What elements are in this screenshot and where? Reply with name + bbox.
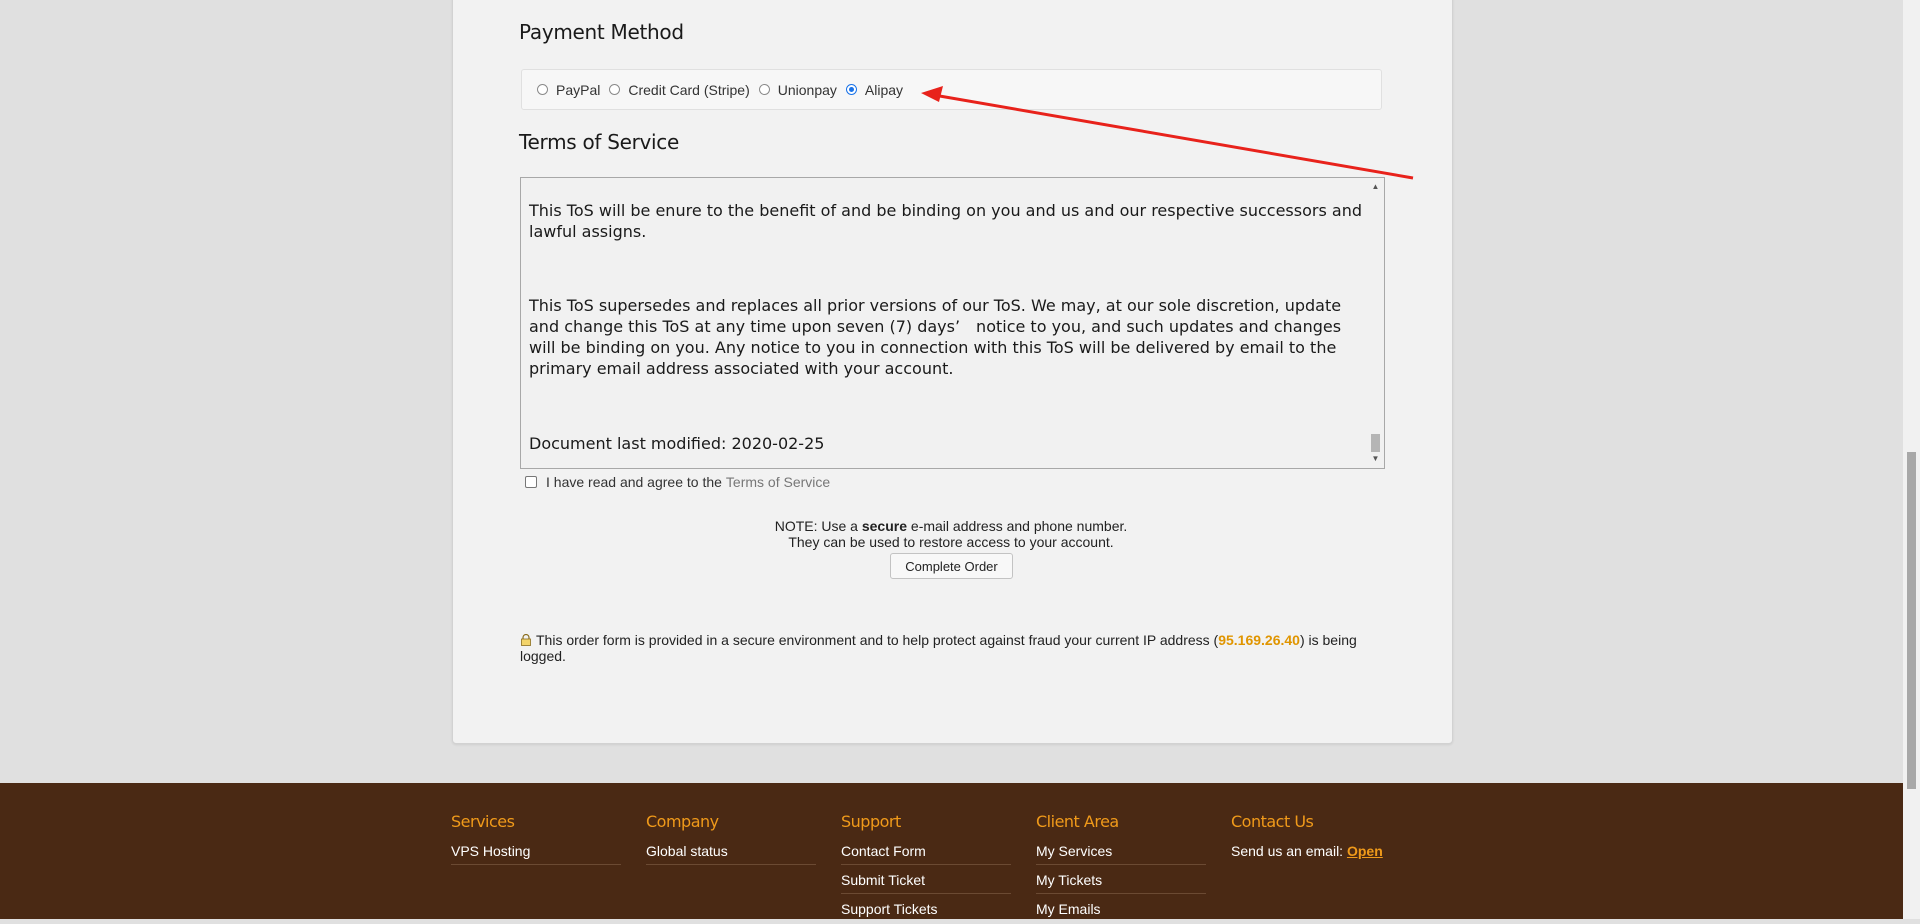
footer-link-global-status[interactable]: Global status: [646, 836, 816, 865]
tos-title: Terms of Service: [519, 130, 680, 154]
contact-label: Send us an email:: [1231, 843, 1344, 859]
footer-link-my-emails[interactable]: My Emails: [1036, 894, 1206, 922]
complete-order-button[interactable]: Complete Order: [890, 553, 1013, 579]
footer-link-support-tickets[interactable]: Support Tickets: [841, 894, 1011, 922]
secure-notice-text: This order form is provided in a secure …: [536, 632, 1219, 648]
alipay-radio[interactable]: [845, 84, 857, 95]
footer-col-services: Services VPS Hosting: [451, 812, 621, 865]
payment-option-alipay[interactable]: Alipay: [845, 81, 904, 98]
footer-contact-text: Send us an email: Open: [1231, 836, 1451, 866]
footer-link-my-services[interactable]: My Services: [1036, 836, 1206, 865]
secure-email-note: NOTE: Use a secure e-mail address and ph…: [520, 518, 1382, 550]
footer-link-vps-hosting[interactable]: VPS Hosting: [451, 836, 621, 865]
paypal-label: PayPal: [556, 81, 601, 98]
page-scrollbar[interactable]: [1903, 0, 1920, 919]
footer-col-contact: Contact Us Send us an email: Open: [1231, 812, 1451, 866]
footer-heading-contact: Contact Us: [1231, 812, 1314, 831]
note-bold: secure: [861, 518, 908, 534]
note-prefix: NOTE: Use a: [774, 518, 858, 534]
tos-paragraph: This ToS will be enure to the benefit of…: [529, 201, 1362, 241]
annotation-arrow-icon: [921, 86, 1414, 180]
tos-agree-row[interactable]: I have read and agree to the Terms of Se…: [525, 474, 830, 490]
tos-scroll-thumb[interactable]: [1371, 434, 1380, 452]
payment-option-stripe[interactable]: Credit Card (Stripe): [609, 81, 750, 98]
unionpay-radio[interactable]: [758, 84, 770, 95]
footer-col-support: Support Contact Form Submit Ticket Suppo…: [841, 812, 1011, 922]
footer-heading-company: Company: [646, 812, 719, 831]
tos-textarea[interactable]: This ToS will be enure to the benefit of…: [520, 177, 1385, 469]
paypal-radio[interactable]: [537, 84, 548, 95]
footer-link-my-tickets[interactable]: My Tickets: [1036, 865, 1206, 894]
alipay-label: Alipay: [864, 81, 904, 98]
footer-link-submit-ticket[interactable]: Submit Ticket: [841, 865, 1011, 894]
tos-link[interactable]: Terms of Service: [726, 474, 830, 490]
note-suffix: e-mail address and phone number.: [910, 518, 1128, 534]
page-scroll-thumb[interactable]: [1907, 452, 1916, 789]
tos-agree-checkbox[interactable]: [525, 476, 537, 488]
lock-icon: [521, 634, 531, 646]
footer-heading-client-area: Client Area: [1036, 812, 1119, 831]
footer-link-contact-form[interactable]: Contact Form: [841, 836, 1011, 865]
scroll-down-icon[interactable]: ▼: [1367, 452, 1384, 466]
stripe-radio[interactable]: [609, 84, 621, 95]
scroll-up-icon[interactable]: ▲: [1367, 180, 1384, 194]
footer-heading-services: Services: [451, 812, 515, 831]
footer-heading-support: Support: [841, 812, 901, 831]
stripe-label: Credit Card (Stripe): [628, 81, 750, 98]
unionpay-label: Unionpay: [777, 81, 837, 98]
tos-agree-label: I have read and agree to the: [546, 474, 722, 490]
payment-option-unionpay[interactable]: Unionpay: [758, 81, 837, 98]
payment-method-title: Payment Method: [519, 20, 684, 44]
footer-col-client-area: Client Area My Services My Tickets My Em…: [1036, 812, 1206, 922]
tos-scrollbar[interactable]: ▲ ▼: [1367, 178, 1384, 468]
payment-option-paypal[interactable]: PayPal: [537, 82, 600, 98]
footer-col-company: Company Global status: [646, 812, 816, 865]
footer-open-link[interactable]: Open: [1347, 843, 1383, 859]
ip-address: 95.169.26.40: [1218, 632, 1300, 648]
note-line2: They can be used to restore access to yo…: [788, 534, 1114, 550]
tos-paragraph: This ToS supersedes and replaces all pri…: [529, 296, 1342, 378]
secure-notice: This order form is provided in a secure …: [520, 632, 1390, 664]
tos-paragraph: Document last modified: 2020-02-25: [529, 434, 825, 453]
